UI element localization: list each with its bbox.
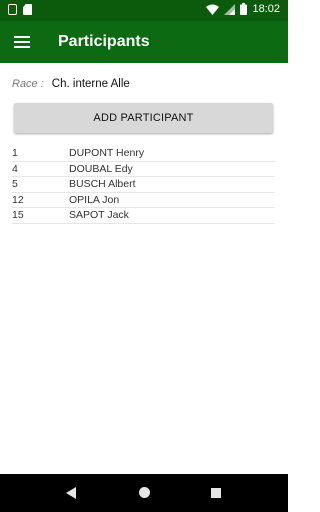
recents-icon[interactable] xyxy=(211,488,221,498)
list-item[interactable]: 12 OPILA Jon xyxy=(12,193,275,208)
participant-name: DUPONT Henry xyxy=(69,147,145,160)
page-title: Participants xyxy=(58,33,150,50)
participant-number: 15 xyxy=(12,209,24,222)
participant-name: SAPOT Jack xyxy=(69,209,129,222)
participant-name: BUSCH Albert xyxy=(69,178,136,191)
race-label: Race : xyxy=(12,78,44,90)
race-value: Ch. interne Alle xyxy=(51,78,130,90)
list-item[interactable]: 15 SAPOT Jack xyxy=(12,208,275,224)
participant-number: 4 xyxy=(12,162,18,175)
home-icon[interactable] xyxy=(139,487,150,498)
list-item[interactable]: 4 DOUBAL Edy xyxy=(12,162,275,177)
status-time: 18:02 xyxy=(252,3,280,15)
list-item[interactable]: 5 BUSCH Albert xyxy=(12,177,275,193)
participant-number: 1 xyxy=(12,147,18,160)
notification-icon xyxy=(8,4,17,15)
menu-icon[interactable] xyxy=(10,31,34,53)
back-icon[interactable] xyxy=(66,487,76,499)
status-bar: 18:02 xyxy=(0,0,288,21)
navigation-bar xyxy=(0,474,288,512)
app-bar: Participants xyxy=(0,21,288,63)
participant-number: 12 xyxy=(12,193,24,206)
participant-name: OPILA Jon xyxy=(69,193,120,206)
participant-name: DOUBAL Edy xyxy=(69,162,133,175)
battery-icon xyxy=(240,3,248,15)
race-row: Race : Ch. interne Alle xyxy=(12,78,130,90)
list-item[interactable]: 1 DUPONT Henry xyxy=(12,146,275,162)
signal-icon xyxy=(224,3,236,15)
add-participant-button[interactable]: ADD PARTICIPANT xyxy=(14,103,273,133)
sd-card-icon xyxy=(23,4,32,15)
participant-list: 1 DUPONT Henry 4 DOUBAL Edy 5 BUSCH Albe… xyxy=(12,146,275,224)
participant-number: 5 xyxy=(12,178,18,191)
wifi-icon xyxy=(206,4,220,15)
